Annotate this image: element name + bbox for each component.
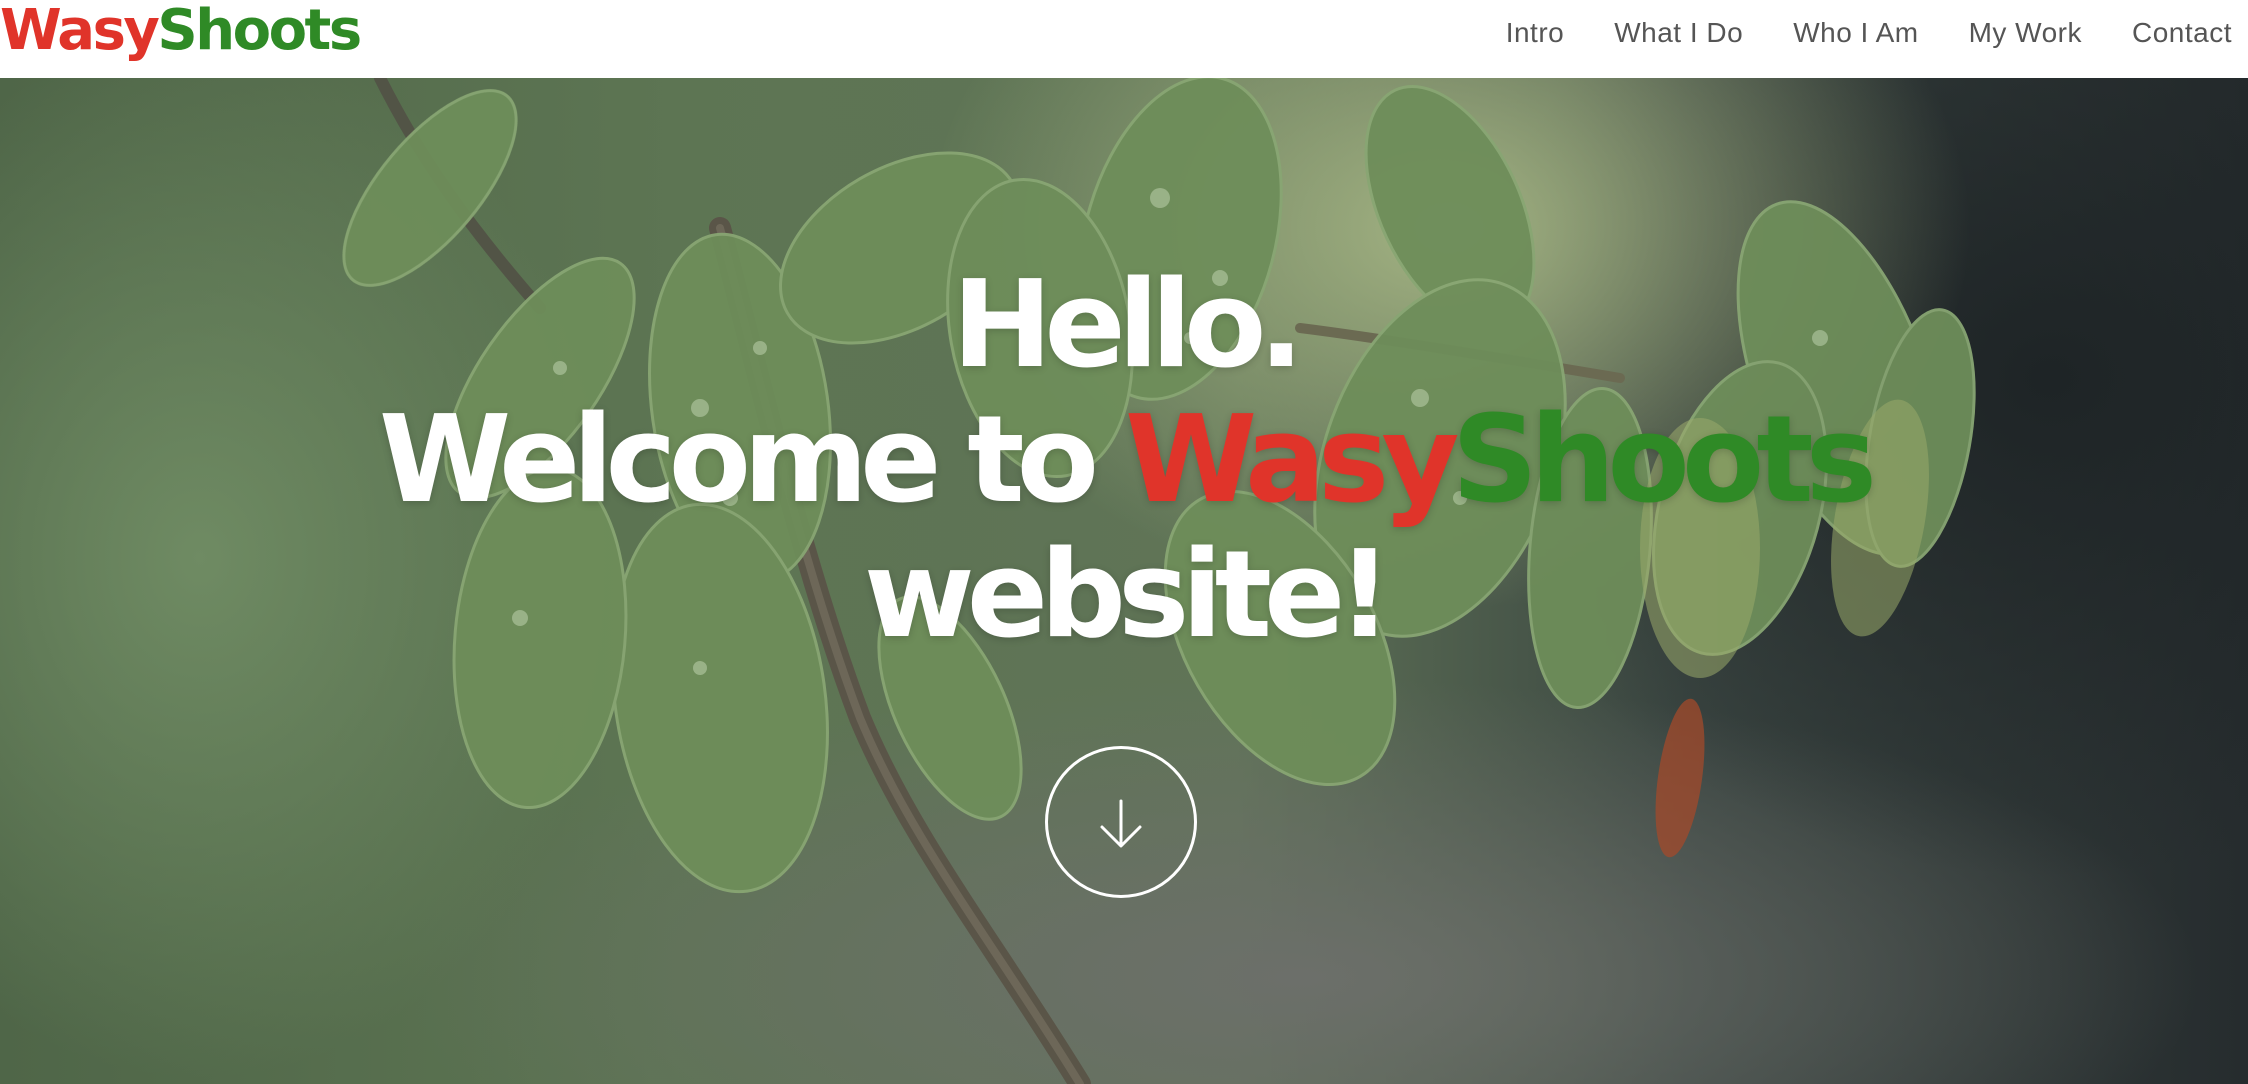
nav-who-i-am[interactable]: Who I Am (1793, 17, 1918, 49)
hero-line-welcome: Welcome to WasyShoots (0, 393, 2248, 528)
hero-brand-shoots: Shoots (1451, 391, 1878, 530)
top-navbar: WasyShoots Intro What I Do Who I Am My W… (0, 0, 2248, 78)
hero-line-website: website! (863, 526, 1392, 665)
hero-headline: Hello. Welcome to WasyShoots website! (0, 258, 2248, 663)
nav-what-i-do[interactable]: What I Do (1614, 17, 1743, 49)
scroll-down-button[interactable] (1045, 746, 1197, 898)
main-nav: Intro What I Do Who I Am My Work Contact (1506, 0, 2248, 66)
arrow-down-icon (1100, 799, 1142, 848)
logo-part-shoots: Shoots (157, 0, 362, 63)
nav-intro[interactable]: Intro (1506, 17, 1565, 49)
nav-my-work[interactable]: My Work (1969, 17, 2082, 49)
hero-line-hello: Hello. (951, 256, 1304, 395)
logo-part-wasy: Wasy (0, 0, 160, 63)
hero-brand-wasy: Wasy (1124, 391, 1460, 530)
hero-welcome-prefix: Welcome to (378, 391, 1125, 530)
nav-contact[interactable]: Contact (2132, 17, 2232, 49)
site-logo[interactable]: WasyShoots (0, 0, 362, 76)
hero-section: Hello. Welcome to WasyShoots website! (0, 78, 2248, 1084)
